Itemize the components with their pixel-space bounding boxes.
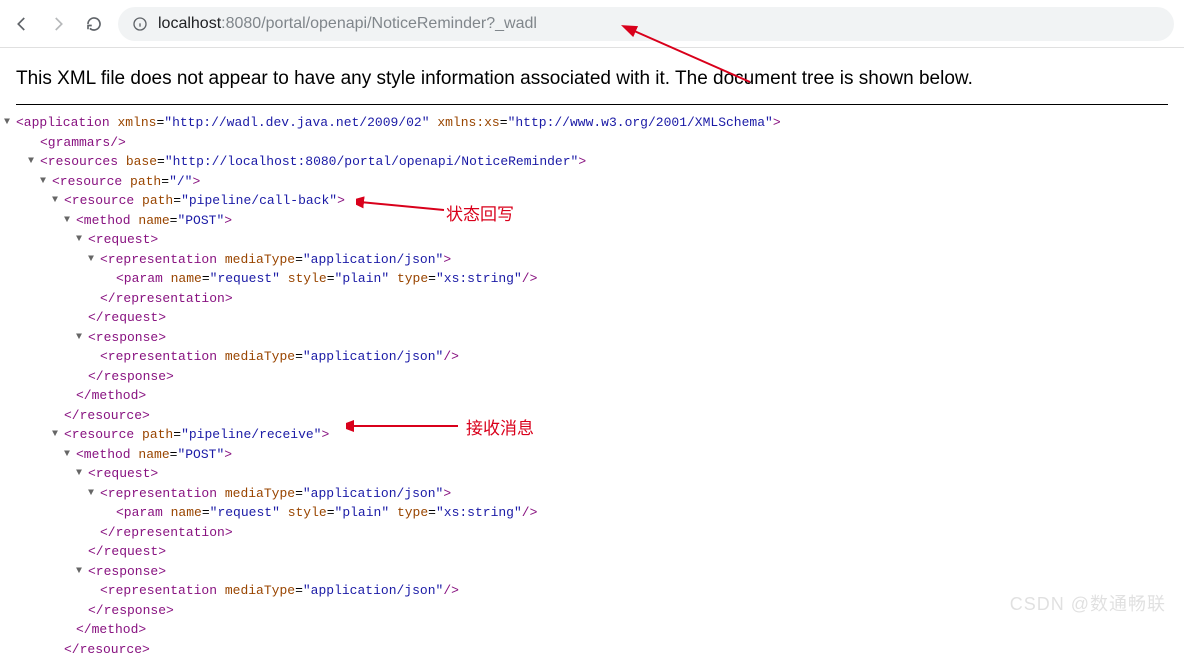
collapse-icon[interactable]: ▼ xyxy=(64,213,76,228)
xml-line[interactable]: ▼<response> xyxy=(88,562,1168,582)
xml-line[interactable]: <grammars/> xyxy=(40,133,1168,153)
xml-notice: This XML file does not appear to have an… xyxy=(16,60,1168,105)
xml-tree: ▼<application xmlns="http://wadl.dev.jav… xyxy=(16,113,1168,659)
xml-line[interactable]: <param name="request" style="plain" type… xyxy=(116,503,1168,523)
collapse-icon[interactable]: ▼ xyxy=(40,174,52,189)
xml-line[interactable]: <param name="request" style="plain" type… xyxy=(116,269,1168,289)
xml-line[interactable]: ▼<resources base="http://localhost:8080/… xyxy=(40,152,1168,172)
collapse-icon[interactable]: ▼ xyxy=(64,447,76,462)
collapse-icon[interactable]: ▼ xyxy=(52,427,64,442)
browser-toolbar: localhost:8080/portal/openapi/NoticeRemi… xyxy=(0,0,1184,48)
address-bar[interactable]: localhost:8080/portal/openapi/NoticeRemi… xyxy=(118,7,1174,41)
collapse-icon[interactable]: ▼ xyxy=(88,252,100,267)
xml-line[interactable]: </representation> xyxy=(100,523,1168,543)
collapse-icon[interactable]: ▼ xyxy=(88,486,100,501)
collapse-icon[interactable]: ▼ xyxy=(28,154,40,169)
back-icon[interactable] xyxy=(10,12,34,36)
xml-line[interactable]: </response> xyxy=(88,367,1168,387)
xml-line[interactable]: ▼<resource path="pipeline/receive"> xyxy=(64,425,1168,445)
xml-line[interactable]: <representation mediaType="application/j… xyxy=(100,581,1168,601)
forward-icon[interactable] xyxy=(46,12,70,36)
xml-line[interactable]: ▼<representation mediaType="application/… xyxy=(100,484,1168,504)
watermark: CSDN @数通畅联 xyxy=(1010,590,1166,616)
reload-icon[interactable] xyxy=(82,12,106,36)
xml-line[interactable]: ▼<representation mediaType="application/… xyxy=(100,250,1168,270)
info-icon xyxy=(132,16,148,32)
xml-line[interactable]: ▼<response> xyxy=(88,328,1168,348)
xml-line[interactable]: </response> xyxy=(88,601,1168,621)
xml-line[interactable]: </request> xyxy=(88,542,1168,562)
collapse-icon[interactable]: ▼ xyxy=(52,193,64,208)
collapse-icon[interactable]: ▼ xyxy=(76,466,88,481)
xml-line[interactable]: </representation> xyxy=(100,289,1168,309)
xml-line[interactable]: </resource> xyxy=(64,406,1168,426)
xml-line[interactable]: <representation mediaType="application/j… xyxy=(100,347,1168,367)
xml-line[interactable]: ▼<method name="POST"> xyxy=(76,211,1168,231)
xml-line[interactable]: ▼<request> xyxy=(88,230,1168,250)
xml-line[interactable]: ▼<application xmlns="http://wadl.dev.jav… xyxy=(16,113,1168,133)
xml-line[interactable]: ▼<resource path="pipeline/call-back"> xyxy=(64,191,1168,211)
xml-line[interactable]: </resource> xyxy=(64,640,1168,659)
collapse-icon[interactable]: ▼ xyxy=(76,232,88,247)
xml-line[interactable]: ▼<resource path="/"> xyxy=(52,172,1168,192)
page-content: This XML file does not appear to have an… xyxy=(0,48,1184,659)
xml-line[interactable]: </method> xyxy=(76,386,1168,406)
collapse-icon[interactable]: ▼ xyxy=(76,564,88,579)
xml-line[interactable]: </request> xyxy=(88,308,1168,328)
url-text: localhost:8080/portal/openapi/NoticeRemi… xyxy=(158,15,537,33)
xml-line[interactable]: ▼<request> xyxy=(88,464,1168,484)
collapse-icon[interactable]: ▼ xyxy=(76,330,88,345)
xml-line[interactable]: ▼<method name="POST"> xyxy=(76,445,1168,465)
collapse-icon[interactable]: ▼ xyxy=(4,115,16,130)
xml-line[interactable]: </method> xyxy=(76,620,1168,640)
